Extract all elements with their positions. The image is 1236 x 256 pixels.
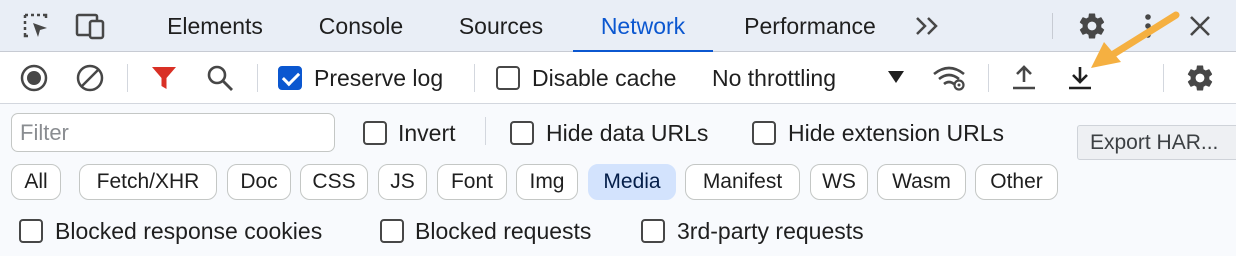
type-filter-wasm[interactable]: Wasm (877, 164, 966, 200)
blocked-response-cookies-label[interactable]: Blocked response cookies (55, 218, 322, 244)
tab-network[interactable]: Network (573, 0, 713, 53)
wifi-settings-icon[interactable] (932, 61, 966, 95)
tab-label: Console (318, 12, 404, 39)
preserve-log-label[interactable]: Preserve log (314, 65, 443, 91)
chevron-double-right-icon[interactable] (910, 10, 944, 42)
hide-data-urls-label[interactable]: Hide data URLs (546, 120, 708, 146)
close-icon[interactable] (1184, 10, 1216, 42)
record-icon[interactable] (17, 61, 51, 95)
disable-cache-label[interactable]: Disable cache (532, 65, 676, 91)
tab-console[interactable]: Console (300, 0, 422, 52)
type-filter-ws[interactable]: WS (810, 164, 868, 200)
disable-cache-checkbox[interactable] (496, 66, 520, 90)
hide-extension-urls-label[interactable]: Hide extension URLs (788, 120, 1004, 146)
filter-input[interactable] (11, 113, 335, 152)
upload-icon[interactable] (1007, 61, 1041, 95)
blocked-requests-checkbox[interactable] (380, 219, 404, 243)
inspect-element-icon[interactable] (20, 10, 52, 42)
type-filter-js[interactable]: JS (378, 164, 427, 200)
hide-data-urls-checkbox[interactable] (510, 121, 534, 145)
divider (1052, 13, 1053, 39)
divider (988, 64, 989, 92)
type-filter-doc[interactable]: Doc (227, 164, 291, 200)
type-filter-fetch-xhr[interactable]: Fetch/XHR (79, 164, 217, 200)
third-party-requests-checkbox[interactable] (641, 219, 665, 243)
clear-icon[interactable] (73, 61, 107, 95)
search-icon[interactable] (203, 61, 237, 95)
third-party-requests-label[interactable]: 3rd-party requests (677, 218, 864, 244)
export-har-tooltip: Export HAR... (1077, 125, 1236, 160)
vertical-dots-icon[interactable] (1132, 10, 1164, 42)
blocked-response-cookies-checkbox[interactable] (19, 219, 43, 243)
divider (485, 117, 486, 145)
tab-sources[interactable]: Sources (440, 0, 562, 52)
gear-icon[interactable] (1076, 10, 1108, 42)
throttling-select[interactable]: No throttling (712, 65, 836, 91)
invert-label[interactable]: Invert (398, 120, 456, 146)
download-icon[interactable] (1063, 61, 1097, 95)
divider (127, 64, 128, 92)
type-filter-all[interactable]: All (11, 164, 61, 200)
tab-elements[interactable]: Elements (148, 0, 282, 52)
tab-label: Elements (167, 12, 263, 39)
chevron-down-icon[interactable] (888, 71, 904, 83)
device-toolbar-icon[interactable] (74, 10, 106, 42)
tab-performance[interactable]: Performance (725, 0, 895, 52)
divider (1163, 64, 1164, 92)
hide-extension-urls-checkbox[interactable] (752, 121, 776, 145)
type-filter-media[interactable]: Media (588, 164, 676, 200)
network-settings-gear-icon[interactable] (1183, 61, 1217, 95)
preserve-log-checkbox[interactable] (278, 66, 302, 90)
type-filter-font[interactable]: Font (437, 164, 507, 200)
devtools-tab-bar: Elements Console Sources Network Perform… (0, 0, 1236, 53)
divider (474, 64, 475, 92)
type-filter-img[interactable]: Img (516, 164, 578, 200)
type-filter-css[interactable]: CSS (300, 164, 368, 200)
blocked-requests-label[interactable]: Blocked requests (415, 218, 591, 244)
tab-label: Network (600, 12, 686, 39)
tab-label: Sources (458, 12, 544, 39)
tab-label: Performance (744, 12, 876, 39)
invert-checkbox[interactable] (363, 121, 387, 145)
funnel-icon[interactable] (147, 61, 181, 95)
type-filter-other[interactable]: Other (975, 164, 1058, 200)
type-filter-manifest[interactable]: Manifest (685, 164, 800, 200)
divider (257, 64, 258, 92)
